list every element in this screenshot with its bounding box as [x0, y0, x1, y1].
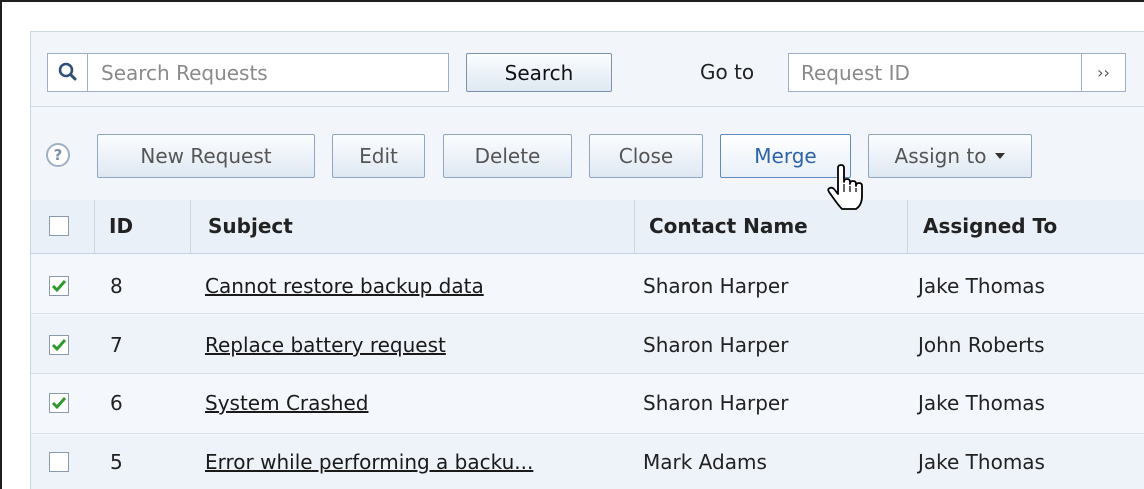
row-checkbox[interactable] — [49, 393, 69, 413]
checkmark-icon — [51, 397, 67, 410]
header-id[interactable]: ID — [109, 214, 133, 238]
request-id-input[interactable] — [789, 54, 1079, 91]
checkmark-icon — [51, 280, 67, 293]
row-subject-link[interactable]: Cannot restore backup data — [205, 274, 484, 298]
goto-label: Go to — [700, 60, 755, 84]
row-id: 5 — [110, 450, 123, 474]
row-checkbox[interactable] — [49, 276, 69, 296]
checkmark-icon — [51, 339, 67, 352]
header-assigned-to[interactable]: Assigned To — [923, 214, 1057, 238]
assign-to-button[interactable]: Assign to — [868, 134, 1032, 178]
edit-button[interactable]: Edit — [332, 134, 425, 178]
goto-arrow-icon[interactable]: ›› — [1081, 54, 1125, 91]
row-contact-name: Sharon Harper — [643, 333, 789, 357]
delete-button[interactable]: Delete — [443, 134, 572, 178]
search-button[interactable]: Search — [466, 53, 612, 92]
column-divider — [634, 200, 635, 254]
column-divider — [907, 200, 908, 254]
row-contact-name: Mark Adams — [643, 450, 767, 474]
divider — [31, 106, 1144, 107]
header-subject[interactable]: Subject — [208, 214, 293, 238]
row-subject-link[interactable]: Replace battery request — [205, 333, 446, 357]
select-all-checkbox[interactable] — [49, 216, 69, 236]
row-assigned-to: John Roberts — [918, 333, 1045, 357]
row-subject-link[interactable]: Error while performing a backu... — [205, 450, 533, 474]
goto-box: ›› — [788, 53, 1126, 92]
caret-down-icon — [995, 153, 1006, 159]
row-checkbox[interactable] — [49, 335, 69, 355]
row-contact-name: Sharon Harper — [643, 391, 789, 415]
row-assigned-to: Jake Thomas — [918, 274, 1045, 298]
search-input[interactable] — [89, 54, 447, 91]
row-id: 7 — [110, 333, 123, 357]
row-id: 6 — [110, 391, 123, 415]
row-contact-name: Sharon Harper — [643, 274, 789, 298]
assign-to-label: Assign to — [894, 144, 987, 168]
row-subject-link[interactable]: System Crashed — [205, 391, 368, 415]
header-contact-name[interactable]: Contact Name — [649, 214, 808, 238]
help-icon[interactable]: ? — [46, 143, 70, 167]
row-checkbox[interactable] — [49, 452, 69, 472]
row-assigned-to: Jake Thomas — [918, 450, 1045, 474]
search-box — [47, 53, 449, 92]
new-request-button[interactable]: New Request — [97, 134, 315, 178]
close-button[interactable]: Close — [589, 134, 703, 178]
search-icon[interactable] — [48, 54, 88, 91]
column-divider — [94, 200, 95, 254]
row-assigned-to: Jake Thomas — [918, 391, 1045, 415]
hand-cursor-icon — [827, 164, 863, 210]
column-divider — [190, 200, 191, 254]
row-id: 8 — [110, 274, 123, 298]
